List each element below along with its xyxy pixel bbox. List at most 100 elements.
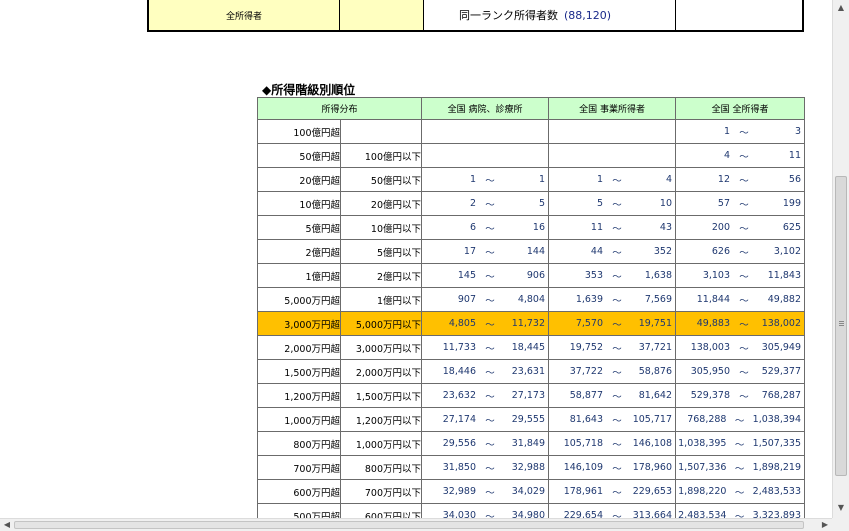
- range-tilde: ～: [612, 343, 622, 355]
- scroll-up-arrow-icon[interactable]: ▲: [833, 0, 849, 16]
- range-end: 27,173: [511, 390, 546, 401]
- range-start: 1,898,220: [678, 486, 727, 497]
- range-tilde: ～: [485, 487, 495, 499]
- range-start: 768,288: [687, 414, 727, 425]
- hospital-rank-range: 1 ～ 1: [421, 167, 550, 192]
- range-tilde: ～: [485, 223, 495, 235]
- range-end: 4,804: [517, 294, 546, 305]
- income-upper-bound: 1,000万円以下: [339, 431, 423, 456]
- range-end: 4: [665, 174, 673, 185]
- all-earners-rank-range: 1,038,395 ～ 1,507,335: [675, 431, 806, 456]
- range-start: 3,103: [702, 270, 731, 281]
- income-upper-bound: 1,500万円以下: [339, 383, 423, 408]
- range-start: 11,844: [696, 294, 731, 305]
- range-end: 37,721: [638, 342, 673, 353]
- business-rank-range: 146,109 ～ 178,960: [548, 455, 677, 480]
- range-start: 29,556: [442, 438, 477, 449]
- range-tilde: ～: [485, 367, 495, 379]
- income-lower-bound: 100億円超: [257, 119, 341, 144]
- range-end: 625: [782, 222, 802, 233]
- income-lower-bound: 3,000万円超: [257, 311, 341, 336]
- income-upper-bound: 1億円以下: [339, 287, 423, 312]
- range-tilde: ～: [612, 223, 622, 235]
- range-tilde: ～: [612, 271, 622, 283]
- all-earners-label: 全所得者: [147, 0, 340, 32]
- range-end: 23,631: [511, 366, 546, 377]
- range-start: 105,718: [563, 438, 604, 449]
- hospital-rank-range: 4,805 ～ 11,732: [421, 311, 550, 336]
- header-all-earners: 全国 全所得者: [675, 97, 806, 120]
- range-tilde: ～: [485, 295, 495, 307]
- hospital-rank-range: 27,174 ～ 29,555: [421, 407, 550, 432]
- range-start: 57: [717, 198, 731, 209]
- range-start: 305,950: [690, 366, 731, 377]
- hospital-rank-range: 17 ～ 144: [421, 239, 550, 264]
- business-rank-range: 1,639 ～ 7,569: [548, 287, 677, 312]
- all-earners-rank-range: 626 ～ 3,102: [675, 239, 806, 264]
- income-upper-bound: 100億円以下: [339, 143, 423, 168]
- scroll-right-arrow-icon[interactable]: ▶: [818, 519, 832, 531]
- range-tilde: ～: [612, 439, 622, 451]
- range-start: 23,632: [442, 390, 477, 401]
- range-start: 6: [469, 222, 477, 233]
- range-end: 34,029: [511, 486, 546, 497]
- same-rank-cell: 同一ランク所得者数 (88,120): [424, 0, 676, 32]
- same-rank-label: 同一ランク所得者数: [459, 9, 558, 22]
- scroll-left-arrow-icon[interactable]: ◀: [0, 519, 14, 531]
- range-end: 43: [659, 222, 673, 233]
- business-rank-range: 19,752 ～ 37,721: [548, 335, 677, 360]
- range-start: 11: [590, 222, 604, 233]
- range-end: 144: [526, 246, 546, 257]
- hospital-rank-range: [421, 143, 550, 168]
- range-tilde: ～: [739, 367, 749, 379]
- hospital-rank-range: 18,446 ～ 23,631: [421, 359, 550, 384]
- range-start: 81,643: [569, 414, 604, 425]
- range-end: 1,638: [644, 270, 673, 281]
- range-tilde: ～: [739, 247, 749, 259]
- range-end: 199: [782, 198, 802, 209]
- vertical-scroll-thumb[interactable]: [835, 176, 847, 476]
- horizontal-scrollbar[interactable]: ◀ ▶: [0, 518, 832, 531]
- table-row: 10億円超 20億円以下 2 ～ 5 5 ～ 10 57 ～ 199: [257, 191, 806, 216]
- business-rank-range: 1 ～ 4: [548, 167, 677, 192]
- range-tilde: ～: [485, 463, 495, 475]
- all-earners-rank-range: 12 ～ 56: [675, 167, 806, 192]
- range-end: 529,377: [761, 366, 802, 377]
- table-row: 700万円超 800万円以下 31,850 ～ 32,988 146,109 ～ 178,96…: [257, 455, 806, 480]
- income-lower-bound: 2,000万円超: [257, 335, 341, 360]
- range-end: 7,569: [644, 294, 673, 305]
- range-start: 1,507,336: [678, 462, 727, 473]
- table-row: 20億円超 50億円以下 1 ～ 1 1 ～ 4 12 ～ 56: [257, 167, 806, 192]
- table-row: 100億円超 1 ～ 3: [257, 119, 806, 144]
- range-end: 146,108: [632, 438, 673, 449]
- range-end: 16: [532, 222, 546, 233]
- scroll-down-arrow-icon[interactable]: ▼: [833, 500, 849, 516]
- range-tilde: ～: [612, 295, 622, 307]
- range-start: 4,805: [448, 318, 477, 329]
- range-end: 229,653: [632, 486, 673, 497]
- range-tilde: ～: [485, 199, 495, 211]
- income-lower-bound: 600万円超: [257, 479, 341, 504]
- range-start: 2: [469, 198, 477, 209]
- range-tilde: ～: [739, 127, 749, 139]
- range-start: 178,961: [563, 486, 604, 497]
- vertical-scrollbar[interactable]: ▲ ▼: [832, 0, 849, 518]
- horizontal-scroll-thumb[interactable]: [14, 521, 804, 529]
- range-start: 353: [584, 270, 604, 281]
- table-row: 50億円超 100億円以下 4 ～ 11: [257, 143, 806, 168]
- income-upper-bound: [339, 119, 423, 144]
- range-end: 11,843: [767, 270, 802, 281]
- income-upper-bound: 1,200万円以下: [339, 407, 423, 432]
- range-tilde: ～: [739, 271, 749, 283]
- income-lower-bound: 50億円超: [257, 143, 341, 168]
- scrollbar-corner: [832, 518, 849, 531]
- range-tilde: ～: [734, 487, 745, 499]
- table-row: 600万円超 700万円以下 32,989 ～ 34,029 178,961 ～ 229,65…: [257, 479, 806, 504]
- range-start: 1: [596, 174, 604, 185]
- range-start: 529,378: [690, 390, 731, 401]
- business-rank-range: 5 ～ 10: [548, 191, 677, 216]
- business-rank-range: 81,643 ～ 105,717: [548, 407, 677, 432]
- all-earners-rank-range: 200 ～ 625: [675, 215, 806, 240]
- income-upper-bound: 20億円以下: [339, 191, 423, 216]
- income-upper-bound: 10億円以下: [339, 215, 423, 240]
